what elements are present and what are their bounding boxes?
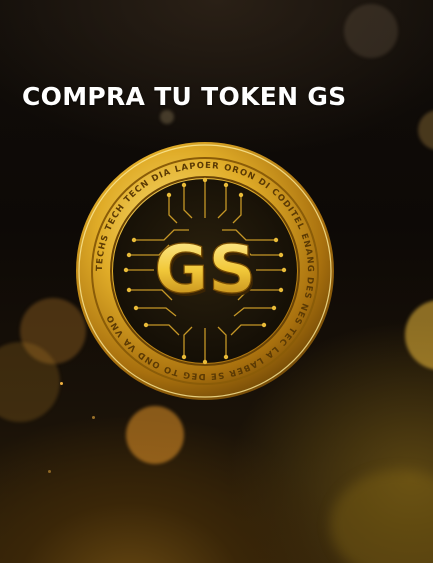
bokeh-light (330, 470, 433, 563)
bokeh-light (126, 406, 184, 464)
spark-light (92, 416, 95, 419)
spark-light (48, 470, 51, 473)
bokeh-light (405, 300, 433, 370)
bokeh-light (160, 110, 174, 124)
gs-token-coin-icon: TECHS TECH TECN DIA LAPOER ORON DI CODIT… (74, 140, 336, 402)
bokeh-light (418, 110, 433, 150)
coin-monogram: GS (154, 231, 256, 308)
page-title: COMPRA TU TOKEN GS (22, 82, 347, 111)
bokeh-light (344, 4, 398, 58)
promo-banner: COMPRA TU TOKEN GS TECHS TECH TECN DIA L… (0, 0, 433, 563)
spark-light (60, 382, 63, 385)
